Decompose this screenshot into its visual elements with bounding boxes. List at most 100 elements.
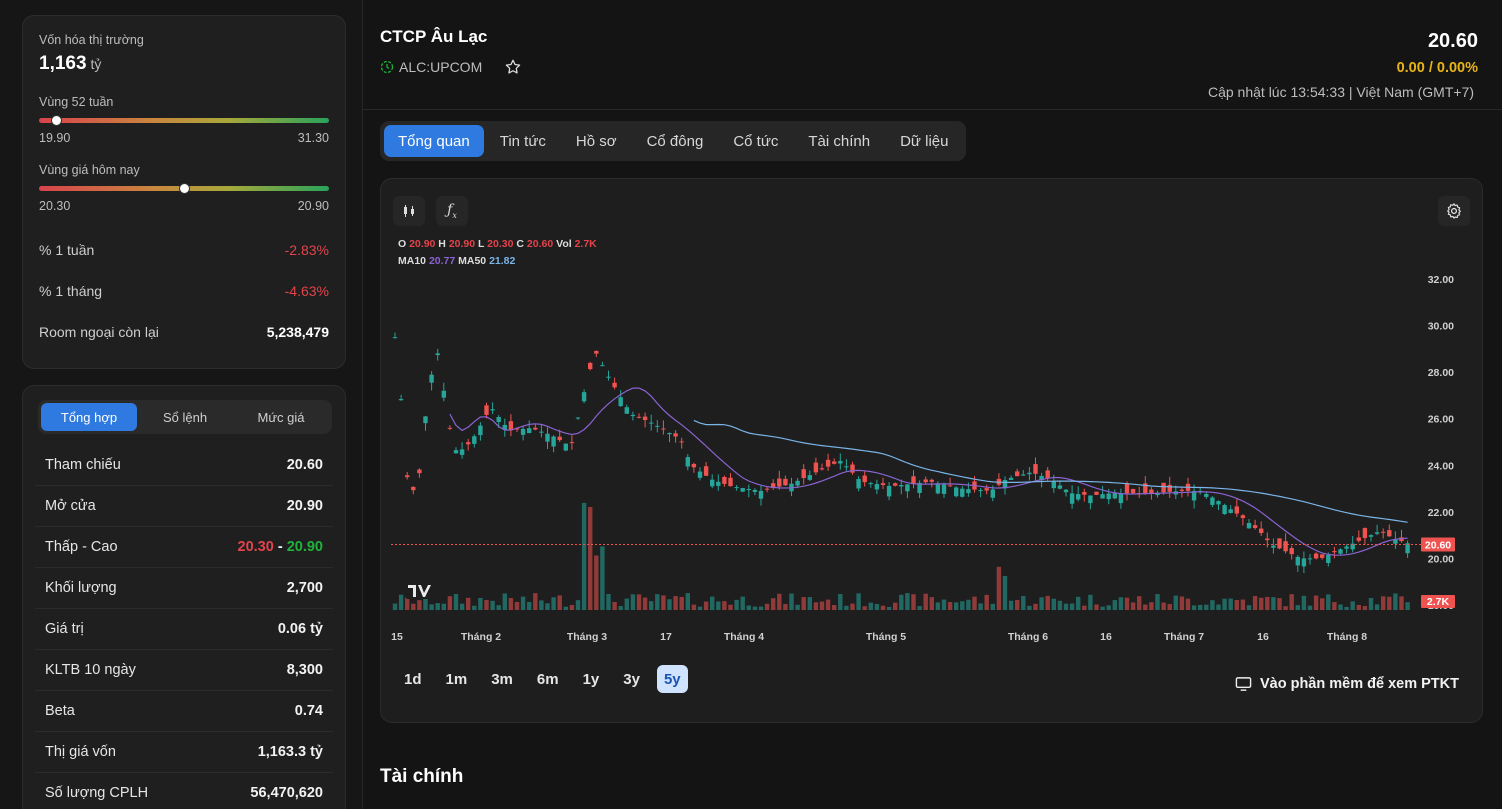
open-label: O: [398, 238, 407, 250]
volume-bar: [1076, 596, 1081, 610]
volume-bar: [1063, 603, 1069, 610]
volume-bar: [618, 606, 623, 610]
volume-bar: [905, 593, 910, 610]
week52-low: 19.90: [39, 131, 71, 145]
volume-bar: [1320, 598, 1325, 610]
volume-bar: [978, 603, 983, 610]
last-volume-label: 2.7K: [1427, 596, 1450, 608]
volume-bar: [972, 596, 977, 610]
candle-body: [1246, 523, 1252, 529]
volume-bar: [1130, 602, 1136, 610]
high-value: 20.90: [448, 238, 476, 250]
tab-co-dong[interactable]: Cổ đông: [633, 125, 718, 157]
tab-muc-gia[interactable]: Mức giá: [233, 403, 329, 431]
volume-bar: [1405, 602, 1410, 610]
candle-body: [941, 484, 947, 494]
volume-bar: [1271, 597, 1276, 610]
stat-sep: -: [277, 539, 283, 555]
volume-bar: [1057, 600, 1063, 610]
tab-co-tuc[interactable]: Cổ tức: [719, 125, 792, 157]
candle-body: [728, 477, 733, 487]
candle-type-button[interactable]: [393, 196, 425, 226]
tab-so-lenh[interactable]: Sổ lệnh: [137, 403, 233, 431]
volume-bar: [1332, 602, 1337, 610]
tab-tai-chinh[interactable]: Tài chính: [794, 125, 884, 157]
range-1d[interactable]: 1d: [397, 665, 429, 693]
volume-bar: [771, 598, 776, 610]
candle-body: [551, 436, 556, 447]
month-change-label: % 1 tháng: [39, 283, 103, 299]
volume-bar: [947, 602, 953, 610]
stat-label: Giá trị: [45, 621, 84, 637]
indicators-button[interactable]: ƒx: [436, 196, 468, 226]
candle-body: [1381, 531, 1386, 533]
candle-body: [679, 441, 684, 443]
low-value: 20.30: [487, 238, 514, 250]
volume-bar: [1222, 598, 1227, 610]
volume-bar: [551, 597, 556, 610]
volume-bar: [960, 601, 965, 610]
stat-row-reference: Tham chiếu 20.60: [35, 445, 333, 486]
volume-bar: [777, 593, 782, 610]
candle-body: [624, 407, 629, 414]
volume-bar: [886, 606, 892, 610]
chart-settings-button[interactable]: [1438, 196, 1470, 226]
volume-bar: [1118, 597, 1124, 610]
range-3m[interactable]: 3m: [484, 665, 520, 693]
volume-bar: [563, 606, 568, 610]
volume-bar: [514, 601, 520, 610]
candle-body: [417, 469, 422, 474]
candle-body: [1082, 491, 1087, 495]
candle-body: [960, 488, 965, 497]
volume-bar: [795, 604, 800, 610]
candle-body: [453, 450, 459, 454]
open-ptkt-link[interactable]: Vào phần mềm để xem PTKT: [1235, 676, 1459, 692]
star-icon[interactable]: [504, 58, 522, 76]
stat-row-open: Mở cửa 20.90: [35, 486, 333, 527]
volume-bar: [844, 605, 849, 610]
volume-bar: [539, 600, 544, 610]
week52-label: Vùng 52 tuần: [39, 95, 114, 109]
volume-bar: [655, 594, 660, 610]
range-5y[interactable]: 5y: [656, 665, 688, 693]
candle-body: [612, 382, 617, 388]
y-tick-label: 20.00: [1428, 553, 1454, 565]
tab-tin-tuc[interactable]: Tin tức: [486, 125, 560, 157]
candlestick-icon: [404, 205, 414, 217]
volume-bar: [740, 596, 745, 610]
volume-bar: [661, 595, 666, 610]
x-tick-label: Tháng 4: [724, 631, 764, 643]
range-3y[interactable]: 3y: [616, 665, 647, 693]
candle-body: [886, 485, 892, 497]
tab-tong-hop[interactable]: Tổng hợp: [41, 403, 137, 431]
tab-du-lieu[interactable]: Dữ liệu: [886, 125, 962, 157]
candle-body: [496, 417, 501, 422]
range-1m[interactable]: 1m: [439, 665, 475, 693]
tab-tong-quan[interactable]: Tổng quan: [384, 125, 484, 157]
volume-bar: [825, 599, 831, 610]
volume-bar: [1149, 602, 1154, 610]
ptkt-label: Vào phần mềm để xem PTKT: [1259, 676, 1459, 692]
candle-body: [1118, 493, 1124, 504]
range-1y[interactable]: 1y: [576, 665, 607, 693]
candle-body: [1106, 493, 1111, 500]
candle-body: [703, 466, 709, 476]
candle-body: [685, 457, 690, 467]
candle-body: [429, 374, 434, 383]
volume-bar: [411, 603, 416, 610]
volume-bar: [703, 601, 709, 610]
price-chart[interactable]: 32.0030.0028.0026.0024.0022.0020.0018.00…: [391, 265, 1471, 655]
volume-bar: [520, 596, 526, 610]
candle-body: [520, 428, 526, 435]
range-6m[interactable]: 6m: [530, 665, 566, 693]
volume-bar: [569, 604, 575, 610]
candle-body: [569, 442, 575, 444]
candle-body: [893, 483, 898, 486]
candle-body: [813, 462, 819, 473]
volume-bar: [1106, 605, 1111, 610]
volume-bar: [1021, 595, 1026, 610]
ohlc-legend: O 20.90 H 20.90 L 20.30 C 20.60 Vol 2.7K: [398, 238, 597, 250]
tv-logo-icon: [405, 582, 435, 599]
tab-ho-so[interactable]: Hồ sơ: [562, 125, 631, 157]
volume-bar: [484, 600, 489, 610]
